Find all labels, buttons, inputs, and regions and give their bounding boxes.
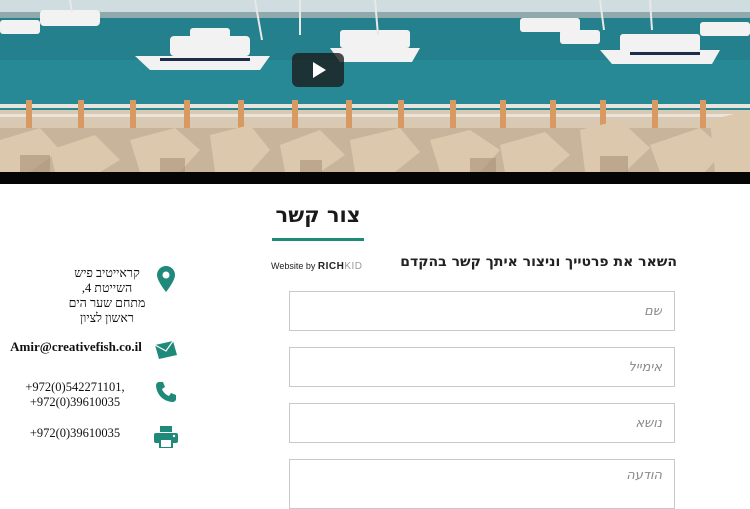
envelope-icon [154,341,177,359]
form-intro-text: השאר את פרטייך וניצור איתך קשר בהקדם [400,254,677,270]
location-pin-icon [157,266,175,292]
title-underline [272,238,364,241]
play-icon [313,62,326,78]
hero-video[interactable] [0,0,750,172]
credit-brand-suffix: KID [344,261,363,272]
phone-line: +972(0)542271101, [25,380,125,394]
hero-bottom-bar [0,172,750,184]
marina-image [0,0,750,172]
phone-block: +972(0)542271101, +972(0)39610035 [20,380,130,410]
email-link[interactable]: Amir@creativefish.co.il [6,339,146,354]
credit-prefix: Website by [271,261,316,271]
subject-field[interactable] [289,403,675,443]
phone-line: +972(0)39610035 [29,395,121,409]
email-field[interactable] [289,347,675,387]
website-credit[interactable]: Website by RICHKID [271,261,363,272]
play-button[interactable] [292,53,344,87]
fax-number: +972(0)39610035 [29,426,121,440]
credit-brand-main: RICH [317,261,345,272]
message-field[interactable] [289,459,675,509]
printer-icon [154,426,178,448]
name-field[interactable] [289,291,675,331]
address-line: ראשון לציון [79,311,135,325]
phone-icon [156,382,176,402]
address-line: מתחם שער הים [68,296,146,310]
credit-brand: RICHKID [318,261,363,272]
page-title: צור קשר [275,203,361,227]
